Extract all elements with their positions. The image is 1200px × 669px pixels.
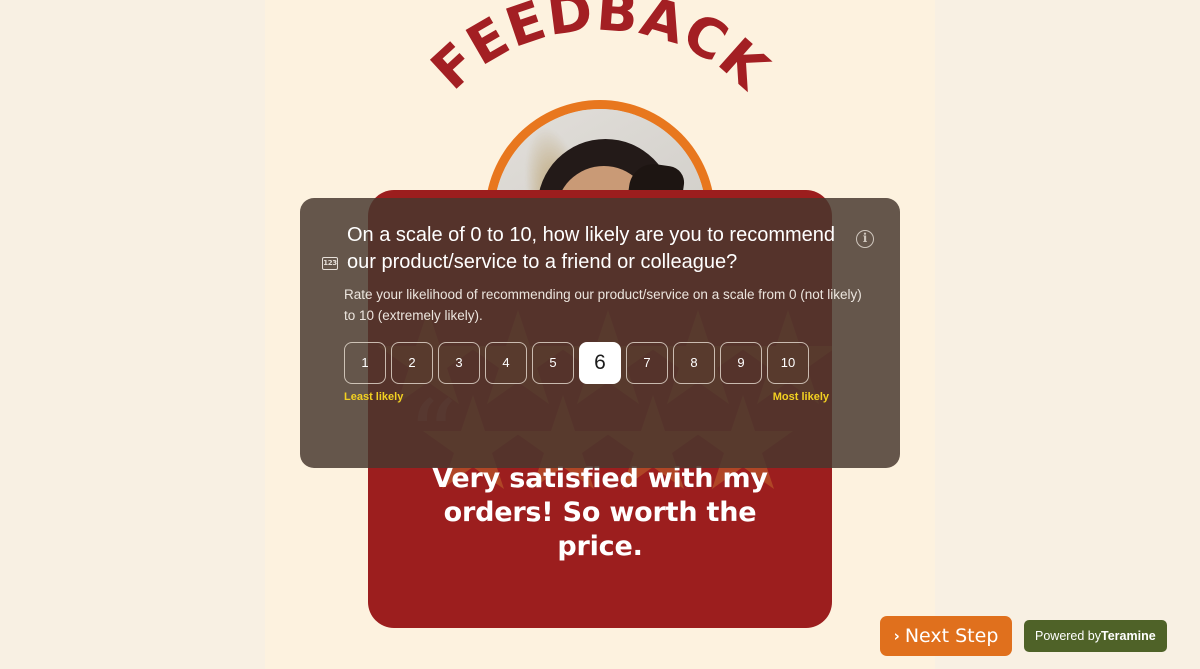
- question-panel: 123 On a scale of 0 to 10, how likely ar…: [300, 198, 900, 468]
- rating-option-3[interactable]: 3: [438, 341, 480, 384]
- rating-option-8[interactable]: 8: [673, 341, 715, 384]
- least-likely-label: Least likely: [344, 390, 404, 403]
- next-step-label: Next Step: [904, 625, 999, 647]
- rating-option-7[interactable]: 7: [626, 341, 668, 384]
- rating-option-9[interactable]: 9: [720, 341, 762, 384]
- next-step-button[interactable]: › Next Step: [880, 616, 1012, 656]
- info-icon[interactable]: i: [856, 230, 874, 248]
- question-header-row: 123 On a scale of 0 to 10, how likely ar…: [322, 222, 874, 276]
- most-likely-label: Most likely: [772, 390, 829, 403]
- rating-scale: 1 2 3 4 5 6 7 8 9 10: [344, 341, 874, 384]
- powered-by-brand: Teramine: [1101, 629, 1156, 643]
- page-root: FEEDBACK Very satisfied with my orders! …: [0, 0, 1200, 669]
- question-title: On a scale of 0 to 10, how likely are yo…: [347, 224, 836, 274]
- testimonial-text: Very satisfied with my orders! So worth …: [432, 463, 768, 563]
- powered-by-badge[interactable]: Powered by Teramine: [1024, 620, 1167, 652]
- rating-scale-labels: Least likely Most likely: [344, 391, 829, 403]
- powered-by-prefix: Powered by: [1035, 629, 1102, 643]
- number-rating-icon: 123: [322, 257, 338, 270]
- rating-option-2[interactable]: 2: [391, 341, 433, 384]
- chevron-right-icon: ›: [893, 627, 900, 645]
- rating-option-5[interactable]: 5: [532, 341, 574, 384]
- rating-option-6-selected[interactable]: 6: [579, 341, 621, 384]
- question-description: Rate your likelihood of recommending our…: [344, 287, 862, 323]
- rating-option-10[interactable]: 10: [767, 341, 809, 384]
- rating-option-1[interactable]: 1: [344, 341, 386, 384]
- rating-option-4[interactable]: 4: [485, 341, 527, 384]
